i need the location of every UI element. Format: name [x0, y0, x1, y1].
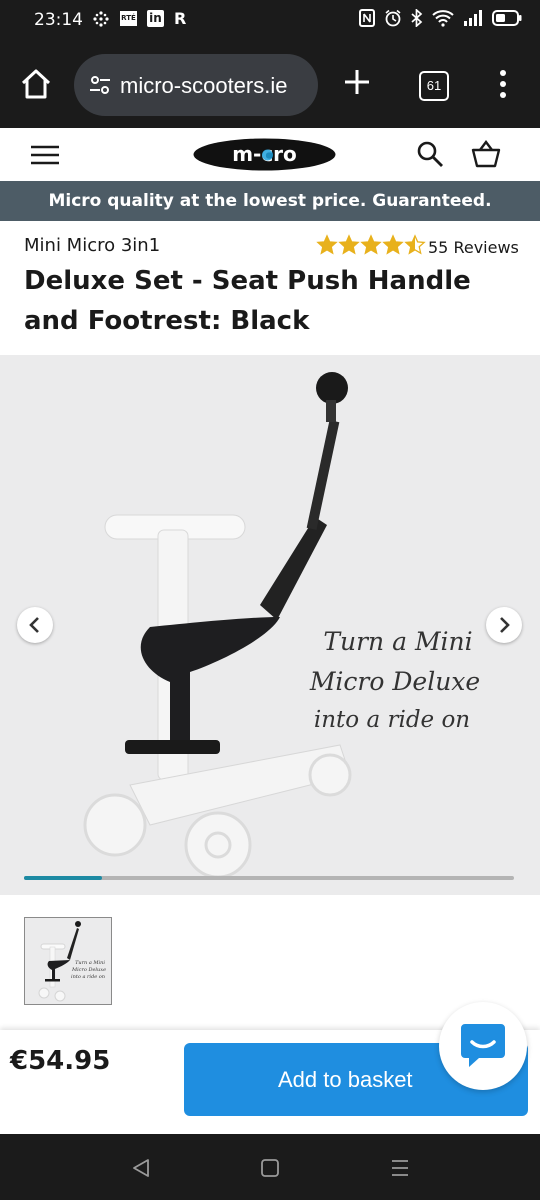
alarm-icon	[385, 9, 401, 27]
product-info: Mini Micro 3in1 55 Reviews Deluxe Set - …	[0, 221, 540, 354]
wifi-icon	[432, 10, 454, 27]
product-image: Turn a Mini Micro Deluxe into a ride on	[83, 372, 480, 879]
gallery-scrollbar-thumb[interactable]	[24, 876, 103, 880]
promo-banner: Micro quality at the lowest price. Guara…	[0, 181, 540, 221]
status-bar: 23:14 RTÉ in R	[0, 0, 540, 42]
product-subtitle: Mini Micro 3in1	[24, 235, 161, 256]
nfc-icon	[359, 9, 375, 27]
hash-grid-icon	[93, 10, 109, 27]
system-icons	[359, 9, 522, 27]
more-options-icon[interactable]	[496, 68, 510, 100]
star-rating[interactable]	[316, 234, 426, 256]
thumb-caption-2: Micro Deluxe	[71, 967, 106, 973]
thumbnail-1[interactable]: Turn a Mini Micro Deluxe into a ride on	[24, 917, 112, 1005]
gallery-next-button[interactable]	[486, 607, 522, 643]
rte-icon: RTÉ	[120, 11, 137, 26]
hamburger-menu-icon[interactable]	[30, 145, 60, 165]
chat-button[interactable]	[439, 1002, 527, 1090]
caption-line-3: into a ride on	[314, 707, 470, 733]
home-nav-icon[interactable]	[259, 1157, 281, 1179]
recents-icon[interactable]	[389, 1157, 411, 1179]
thumb-caption-1: Turn a Mini	[75, 960, 105, 966]
signal-icon	[464, 10, 482, 26]
thumb-caption-3: into a ride on	[71, 974, 105, 980]
clock: 23:14	[34, 10, 83, 30]
thumbnail-image: Turn a Mini Micro Deluxe into a ride on	[38, 921, 106, 1002]
r-icon: R	[174, 9, 187, 28]
new-tab-icon[interactable]	[341, 66, 373, 98]
battery-icon	[492, 10, 522, 26]
price: €54.95	[10, 1046, 111, 1076]
home-icon[interactable]	[18, 66, 54, 102]
linkedin-icon: in	[147, 10, 164, 27]
back-icon[interactable]	[130, 1157, 152, 1179]
tab-switcher-button[interactable]: 61	[419, 71, 449, 101]
site-settings-icon[interactable]	[88, 73, 112, 97]
star-full-icon	[316, 234, 338, 255]
reviews-link[interactable]: 55 Reviews	[428, 238, 519, 257]
chevron-left-icon	[29, 617, 39, 633]
product-image-gallery[interactable]: Turn a Mini Micro Deluxe into a ride on	[0, 355, 540, 895]
system-nav-bar	[0, 1134, 540, 1200]
basket-icon[interactable]	[470, 138, 502, 170]
micro-logo[interactable]: m-cro	[193, 138, 336, 171]
bluetooth-icon	[411, 9, 423, 27]
gallery-prev-button[interactable]	[17, 607, 53, 643]
star-full-icon	[382, 234, 404, 255]
chevron-right-icon	[500, 617, 510, 633]
star-full-icon	[360, 234, 382, 255]
url-text: micro-scooters.ie	[120, 73, 288, 98]
address-bar[interactable]: micro-scooters.ie	[74, 54, 318, 116]
search-icon[interactable]	[416, 140, 444, 168]
star-full-icon	[338, 234, 360, 255]
notification-icons: RTÉ in R	[92, 9, 186, 28]
browser-toolbar: micro-scooters.ie 61	[0, 42, 540, 128]
caption-line-1: Turn a Mini	[323, 627, 472, 656]
product-title: Deluxe Set - Seat Push Handle and Footre…	[24, 266, 471, 336]
caption-line-2: Micro Deluxe	[309, 667, 480, 696]
gallery-scrollbar[interactable]	[24, 876, 514, 880]
chat-icon	[461, 1024, 505, 1067]
star-half-icon	[404, 234, 426, 255]
site-header: m-cro	[0, 128, 540, 182]
